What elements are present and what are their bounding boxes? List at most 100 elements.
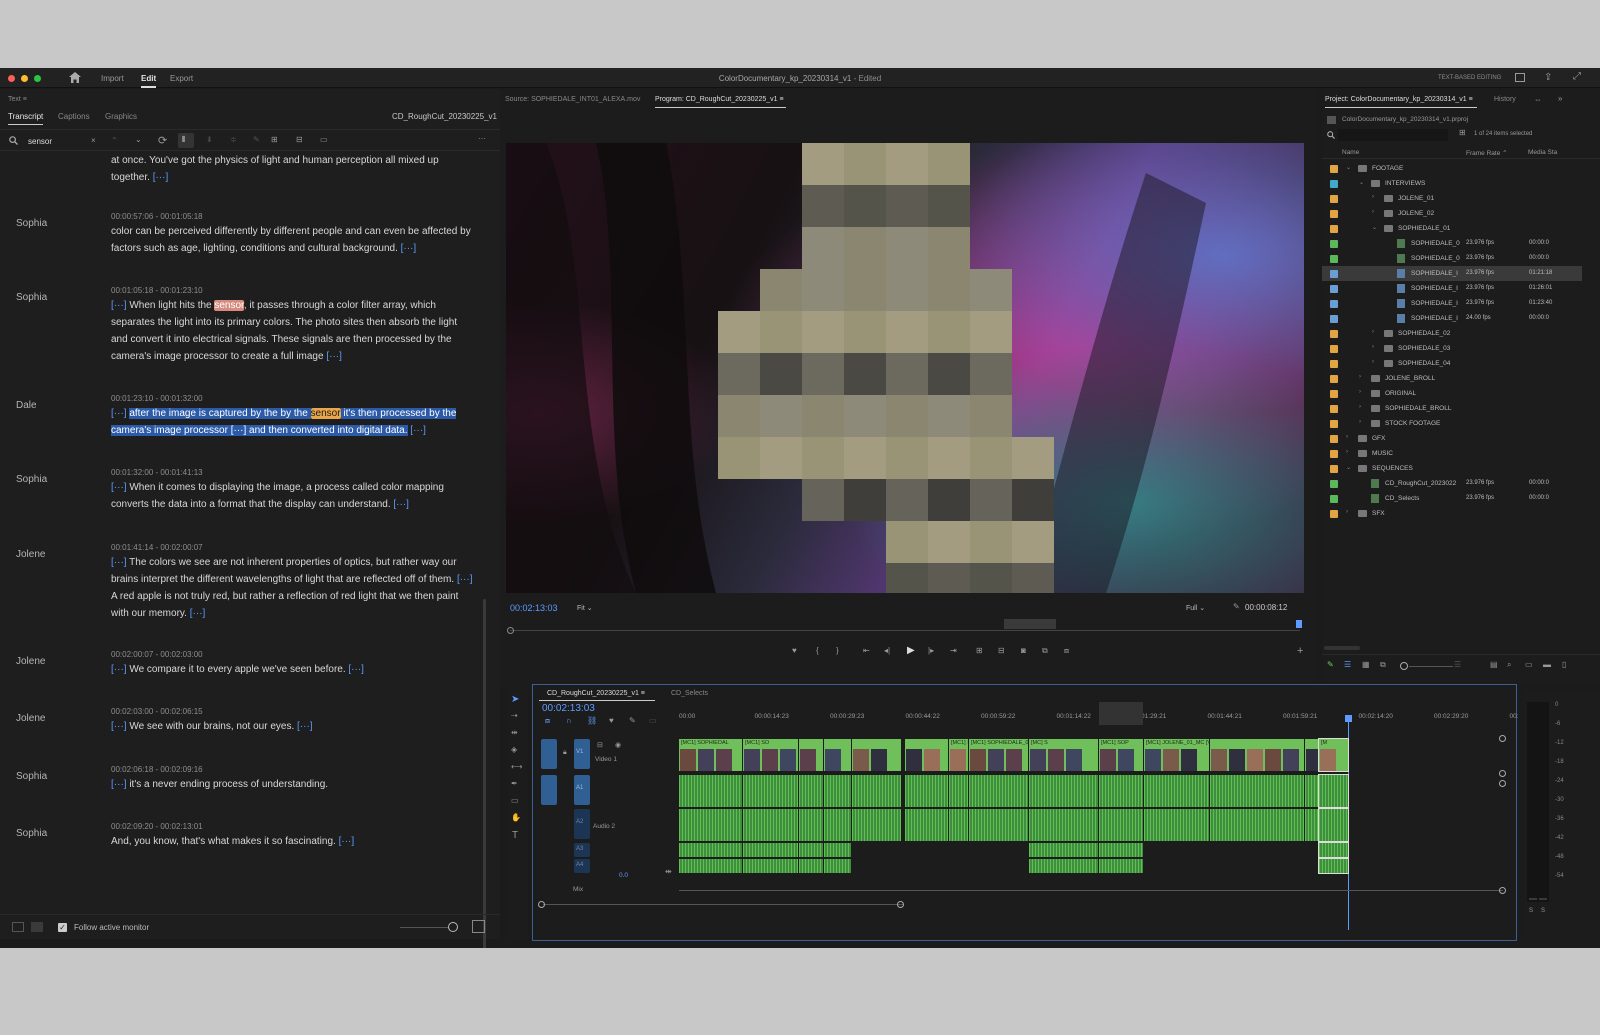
selection-tool-icon[interactable]: ➤ [511, 694, 519, 705]
solo-left[interactable]: S [1529, 908, 1533, 914]
label-color-swatch[interactable] [1330, 270, 1338, 278]
time-ruler[interactable]: 00:00 00:00:14:23 00:00:29:23 00:00:44:22 00… [679, 713, 1519, 725]
new-bin-icon[interactable]: ▬ [1543, 660, 1551, 669]
zoom-scroll-handle[interactable] [1004, 619, 1056, 629]
search-match[interactable]: sensor [310, 408, 341, 419]
camera-icon[interactable]: ◙ [1021, 646, 1026, 655]
lock-icon[interactable]: 🔒︎ [563, 749, 567, 757]
label-color-swatch[interactable] [1330, 405, 1338, 413]
timeline-zoom-bar[interactable] [543, 904, 903, 905]
step-forward-icon[interactable]: |▸ [928, 646, 934, 655]
audio-clip[interactable] [1210, 775, 1304, 807]
expand-icon[interactable]: › [1372, 344, 1374, 350]
label-color-swatch[interactable] [1330, 450, 1338, 458]
timeline-tab-roughcut[interactable]: CD_RoughCut_20230225_v1 ≡ [547, 690, 645, 697]
next-result-icon[interactable]: ⌄ [135, 135, 142, 144]
column-frame-rate[interactable]: Frame Rate ⌃ [1466, 149, 1508, 157]
snap-icon[interactable]: ∩ [566, 716, 572, 725]
slip-tool-icon[interactable]: ⟷ [511, 762, 522, 771]
project-search-input[interactable] [1338, 129, 1448, 141]
video-clip[interactable]: [MC1] SOPHIEDALE_01_M [969, 739, 1028, 771]
transcript-text[interactable]: and then converted into digital data. [246, 425, 408, 436]
label-color-swatch[interactable] [1330, 510, 1338, 518]
collapse-icon[interactable]: ⌄ [1346, 164, 1351, 171]
monitor-playhead[interactable] [1296, 620, 1302, 628]
audio-clip[interactable] [679, 775, 742, 807]
expand-icon[interactable]: › [1346, 434, 1348, 440]
playback-resolution-dropdown[interactable]: Full ⌄ [1186, 604, 1205, 612]
monitor-scrub-bar[interactable] [510, 630, 1300, 631]
video-clip[interactable] [852, 739, 901, 771]
project-item[interactable]: SOPHIEDALE_I 23.976 fps 01:23:40 [1322, 296, 1582, 311]
audio-clip[interactable] [1305, 775, 1318, 807]
zoom-level-dropdown[interactable]: Fit ⌄ [577, 604, 593, 612]
add-button-icon[interactable]: + [1297, 645, 1303, 657]
speaker-label[interactable]: Jolene [16, 713, 45, 724]
extract-icon[interactable]: ⊟ [998, 646, 1005, 655]
video-clip[interactable]: [MC1] SOPHIEDAL [679, 739, 742, 771]
label-color-swatch[interactable] [1330, 495, 1338, 503]
audio-clip[interactable] [1144, 775, 1209, 807]
audio-clip[interactable] [799, 859, 823, 873]
split-segment-button[interactable]: ⦀ [178, 133, 194, 148]
project-item[interactable]: SOPHIEDALE_0 23.976 fps 00:00:0 [1322, 236, 1582, 251]
previous-result-icon[interactable]: ⌃ [111, 136, 118, 145]
segment-text[interactable]: [···] We see with our brains, not our ey… [111, 718, 476, 735]
add-marker-icon[interactable]: ♥ [609, 716, 614, 725]
source-patch-v1[interactable] [541, 739, 557, 769]
sync-icon[interactable]: ⟳ [158, 134, 167, 147]
go-to-out-icon[interactable]: ⇥ [950, 646, 957, 655]
audio-clip[interactable] [1318, 858, 1349, 874]
multicam-icon[interactable]: ⧈ [1064, 646, 1069, 656]
audio-clip[interactable] [799, 775, 823, 807]
label-color-swatch[interactable] [1330, 345, 1338, 353]
project-item[interactable]: ⌄ FOOTAGE [1322, 161, 1582, 176]
audio-clip[interactable] [852, 775, 901, 807]
gap-marker[interactable]: [···] [348, 664, 364, 675]
zoom-slider-handle[interactable] [448, 922, 458, 932]
hand-tool-icon[interactable]: ✋ [511, 813, 521, 822]
audio-clip[interactable] [905, 809, 948, 841]
audio-clip[interactable] [905, 775, 948, 807]
icon-view-icon[interactable]: ▦ [1362, 660, 1370, 669]
gap-marker[interactable]: [···] [297, 721, 313, 732]
segment-text[interactable]: [···] When light hits the sensor, it pas… [111, 297, 476, 365]
timeline-settings-icon[interactable]: ✎ [629, 716, 636, 725]
speaker-label[interactable]: Sophia [16, 474, 47, 485]
video-clip[interactable]: [M [1318, 738, 1349, 772]
zoom-bar-end[interactable] [897, 901, 904, 908]
project-item[interactable]: ⌄ INTERVIEWS [1322, 176, 1582, 191]
video-clip[interactable]: [MC] S [1029, 739, 1098, 771]
rectangle-tool-icon[interactable]: ▭ [511, 796, 519, 805]
mark-in-icon[interactable]: { [816, 646, 819, 655]
expand-track-icon[interactable]: ⇹ [665, 867, 672, 876]
transcript-text[interactable]: after the image is captured by the by th… [129, 408, 311, 419]
export-icon[interactable] [12, 922, 24, 932]
project-item[interactable]: › JOLENE_BROLL [1322, 371, 1582, 386]
sort-icon[interactable]: ☰ [1454, 660, 1461, 669]
transcript-scrollbar[interactable] [483, 599, 486, 948]
new-item-icon[interactable]: ▭ [1525, 660, 1533, 669]
video-clip[interactable]: [MC1] JOLENE_01_MC [V] [1144, 739, 1209, 771]
expand-icon[interactable]: › [1372, 194, 1374, 200]
segment-text[interactable]: And, you know, that's what makes it so f… [111, 833, 476, 850]
play-icon[interactable]: ▶ [907, 645, 915, 656]
find-icon[interactable]: ⌕ [1507, 660, 1511, 670]
clear-icon[interactable]: ▯ [1562, 660, 1566, 669]
audio-clip[interactable] [1318, 774, 1349, 808]
thumb-size-slider[interactable] [1409, 666, 1453, 667]
expand-icon[interactable]: › [1372, 329, 1374, 335]
audio-clip[interactable] [824, 859, 851, 873]
expand-icon[interactable]: › [1359, 374, 1361, 380]
collapse-icon[interactable]: ⌄ [1346, 464, 1351, 471]
segment-text[interactable]: color can be perceived differently by di… [111, 223, 476, 257]
panel-menu-icon[interactable]: ⇔ [1534, 95, 1542, 104]
gap-marker[interactable]: [···] [111, 300, 129, 311]
gap-marker[interactable]: [···] [408, 425, 426, 436]
track-target-v1[interactable]: V1 [574, 739, 590, 769]
nest-icon[interactable]: ⧈ [545, 716, 550, 726]
label-color-swatch[interactable] [1330, 315, 1338, 323]
label-color-swatch[interactable] [1330, 360, 1338, 368]
audio-clip[interactable] [1099, 859, 1143, 873]
label-color-swatch[interactable] [1330, 180, 1338, 188]
